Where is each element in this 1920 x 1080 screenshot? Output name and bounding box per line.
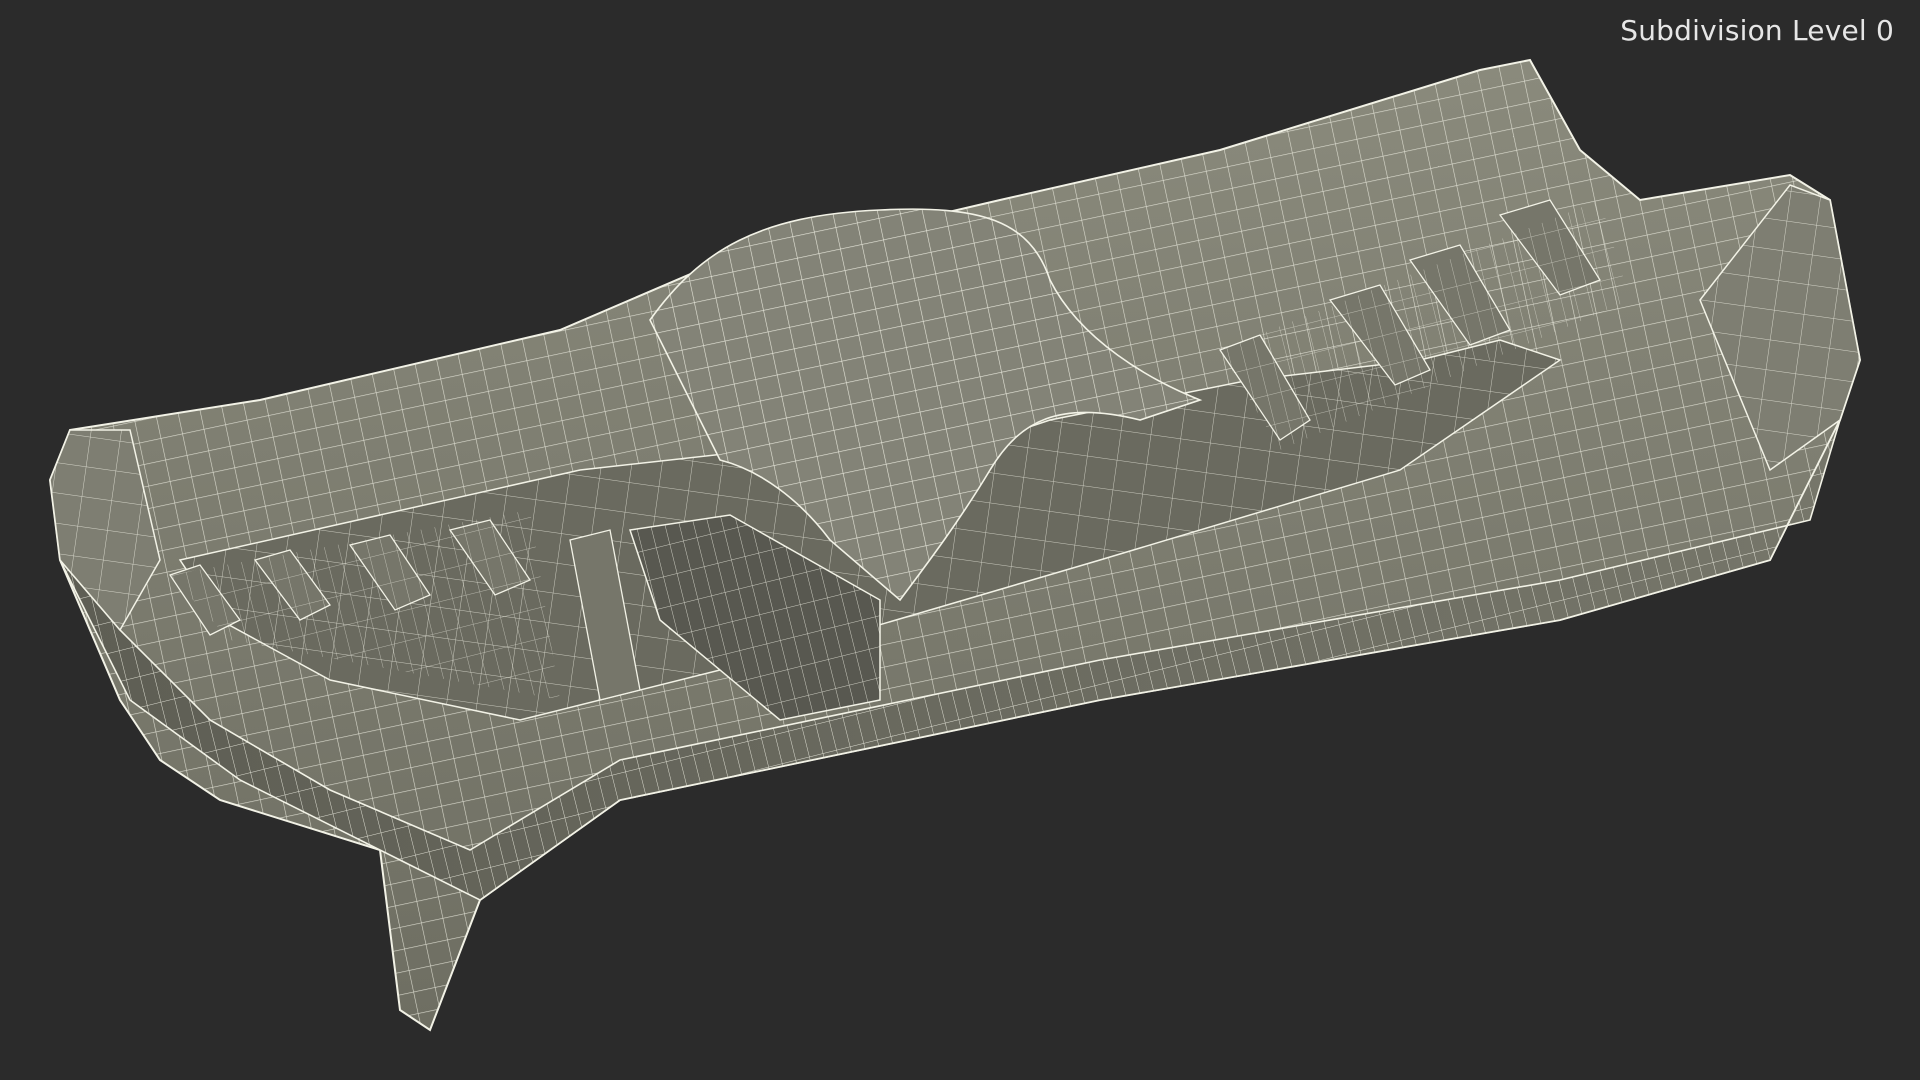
wireframe-tray-model <box>48 58 1862 1032</box>
3d-viewport[interactable]: Subdivision Level 0 <box>0 0 1920 1080</box>
